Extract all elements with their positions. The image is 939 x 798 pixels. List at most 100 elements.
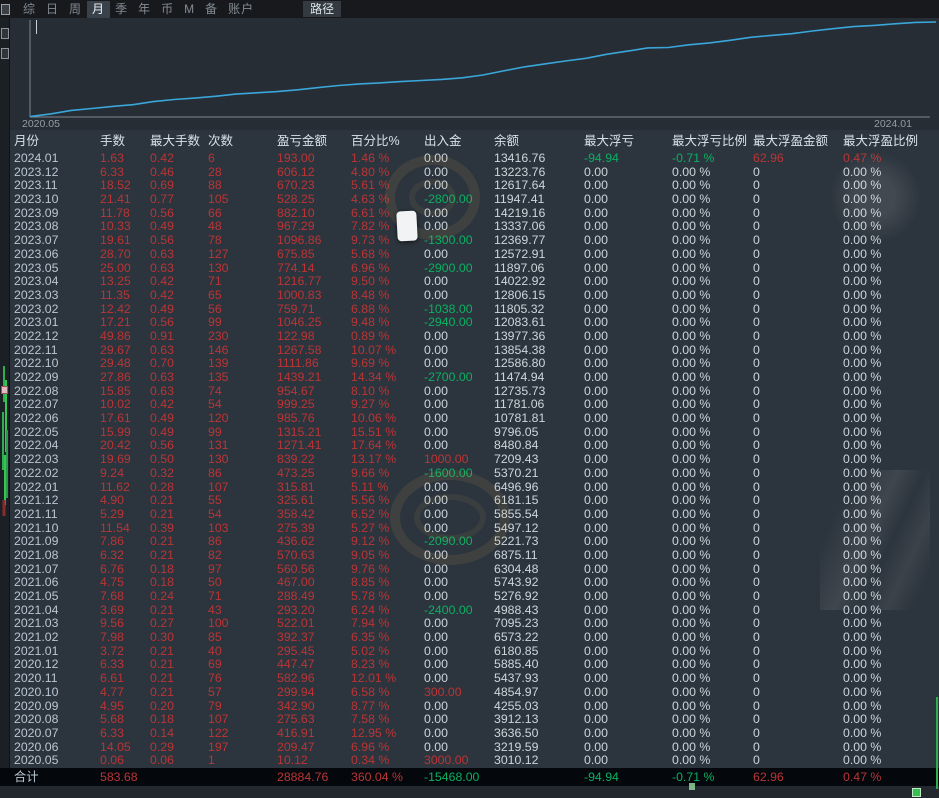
- cell-month: 2023.01: [14, 316, 59, 330]
- table-row[interactable]: 2021.09 7.86 0.21 86 436.62 9.12 % -2090.00 522…: [0, 535, 939, 549]
- table-row[interactable]: 2021.05 7.68 0.24 71 288.49 5.78 % 0.00 5276.92…: [0, 590, 939, 604]
- cell-profit-pct: 0.34 %: [351, 754, 390, 768]
- table-row[interactable]: 2021.03 9.56 0.27 100 522.01 7.94 % 0.00 7095.2…: [0, 617, 939, 631]
- cell-cash-flow: 0.00: [424, 740, 448, 754]
- cell-max-float-loss: 0.00: [584, 371, 608, 384]
- table-row[interactable]: 2024.01 1.63 0.42 6 193.00 1.46 % 0.00 13416.76…: [0, 152, 939, 166]
- menu-item-5[interactable]: 年: [133, 1, 156, 18]
- table-row[interactable]: 2022.08 15.85 0.63 74 954.67 8.10 % 0.00 12735.…: [0, 385, 939, 399]
- cell-max-float-loss-pct: 0.00 %: [672, 740, 711, 754]
- table-row[interactable]: 2023.03 11.35 0.42 65 1000.83 8.48 % 0.00 12806…: [0, 289, 939, 303]
- table-row[interactable]: 2023.06 28.70 0.63 127 675.85 5.68 % 0.00 12572…: [0, 248, 939, 262]
- cell-max-float-loss-pct: 0.00 %: [672, 713, 711, 727]
- table-row[interactable]: 2020.06 14.05 0.29 197 209.47 6.96 % 0.00 3219.…: [0, 741, 939, 755]
- menu-item-0[interactable]: 综: [18, 1, 41, 18]
- cell-max-float-loss: 0.00: [584, 288, 608, 302]
- table-row[interactable]: 2022.06 17.61 0.49 120 985.76 10.06 % 0.00 1078…: [0, 412, 939, 426]
- cell-lots: 11.62: [100, 480, 130, 494]
- cell-max-float-loss-pct: 0.00 %: [672, 179, 711, 193]
- table-row[interactable]: 2022.09 27.86 0.63 135 1439.21 14.34 % -2700.0…: [0, 371, 939, 385]
- table-row[interactable]: 2022.04 20.42 0.56 131 1271.41 17.64 % 0.00 848…: [0, 439, 939, 453]
- strip-button-icon[interactable]: [1, 48, 9, 59]
- table-row[interactable]: 2022.01 11.62 0.28 107 315.81 5.11 % 0.00 6496.…: [0, 481, 939, 495]
- menu-item-2[interactable]: 周: [64, 1, 87, 18]
- table-row[interactable]: 2023.05 25.00 0.63 130 774.14 6.96 % -2900.00 1…: [0, 262, 939, 276]
- cell-balance: 5437.93: [494, 672, 539, 686]
- cell-profit-pct: 12.95 %: [351, 726, 397, 740]
- cell-cash-flow: 0.00: [424, 152, 448, 165]
- cell-balance: 6875.11: [494, 548, 538, 562]
- table-row[interactable]: 2023.12 6.33 0.46 28 606.12 4.80 % 0.00 13223.7…: [0, 166, 939, 180]
- table-row[interactable]: 2020.05 0.06 0.06 1 10.12 0.34 % 3000.00 3010.1…: [0, 754, 939, 768]
- table-row[interactable]: 2021.07 6.76 0.18 97 560.56 9.76 % 0.00 6304.48…: [0, 563, 939, 577]
- table-row[interactable]: 2021.08 6.32 0.21 82 570.63 9.05 % 0.00 6875.11…: [0, 549, 939, 563]
- cell-lots: 21.41: [100, 193, 131, 207]
- cell-trade-count: 120: [208, 412, 229, 426]
- table-row[interactable]: 2021.04 3.69 0.21 43 293.20 6.24 % -2400.00 498…: [0, 604, 939, 618]
- table-row[interactable]: 2023.10 21.41 0.77 105 528.25 4.63 % -2800.00 1…: [0, 193, 939, 207]
- strip-button-icon[interactable]: [1, 28, 9, 39]
- cell-max-float-profit-pct: 0.00 %: [843, 590, 882, 603]
- window-corner-icon[interactable]: [1, 3, 10, 15]
- menu-item-7[interactable]: M: [179, 1, 200, 18]
- table-row[interactable]: 2023.09 11.78 0.56 66 882.10 6.61 % 0.00 14219.…: [0, 207, 939, 221]
- table-row[interactable]: 2021.11 5.29 0.21 54 358.42 6.52 % 0.00 5855.54…: [0, 508, 939, 522]
- cell-trade-count: 146: [208, 343, 229, 357]
- table-row[interactable]: 2021.12 4.90 0.21 55 325.61 5.56 % 0.00 6181.15…: [0, 494, 939, 508]
- table-row[interactable]: 2020.07 6.33 0.14 122 416.91 12.95 % 0.00 3636.…: [0, 727, 939, 741]
- menu-item-9[interactable]: 账户: [223, 1, 259, 18]
- table-row[interactable]: 2020.11 6.61 0.21 76 582.96 12.01 % 0.00 5437.9…: [0, 672, 939, 686]
- cell-cash-flow: 0.00: [424, 631, 448, 645]
- table-row[interactable]: 2022.02 9.24 0.32 86 473.25 9.66 % -1600.00 537…: [0, 467, 939, 481]
- cell-profit: 1111.86: [277, 357, 319, 371]
- table-row[interactable]: 2020.09 4.95 0.20 79 342.90 8.77 % 0.00 4255.03…: [0, 700, 939, 714]
- cell-max-float-profit-pct: 0.00 %: [843, 713, 882, 727]
- equity-curve-chart: [29, 20, 937, 118]
- cell-balance: 9796.05: [494, 425, 539, 439]
- table-row[interactable]: 2022.11 29.67 0.63 146 1267.58 10.07 % 0.00 138…: [0, 344, 939, 358]
- table-row[interactable]: 2023.08 10.33 0.49 48 967.29 7.82 % 0.00 13337.…: [0, 220, 939, 234]
- cell-month: 2021.04: [14, 603, 59, 617]
- menu-item-6[interactable]: 币: [156, 1, 179, 18]
- menu-item-8[interactable]: 备: [200, 1, 223, 18]
- table-row[interactable]: 2023.11 18.52 0.69 88 670.23 5.61 % 0.00 12617.…: [0, 179, 939, 193]
- tray-icon[interactable]: [912, 788, 921, 797]
- table-row[interactable]: 2021.02 7.98 0.30 85 392.37 6.35 % 0.00 6573.22…: [0, 631, 939, 645]
- cell-profit: 570.63: [277, 548, 315, 562]
- table-row[interactable]: 2021.01 3.72 0.21 40 295.45 5.02 % 0.00 6180.85…: [0, 645, 939, 659]
- total-month: 合计: [14, 770, 39, 784]
- cell-max-lots: 0.21: [150, 603, 174, 617]
- table-row[interactable]: 2020.08 5.68 0.18 107 275.63 7.58 % 0.00 3912.1…: [0, 713, 939, 727]
- table-row[interactable]: 2022.10 29.48 0.70 139 1111.86 9.69 % 0.00 1258…: [0, 357, 939, 371]
- table-row[interactable]: 2023.04 13.25 0.42 71 1216.77 9.50 % 0.00 14022…: [0, 275, 939, 289]
- table-row[interactable]: 2022.07 10.02 0.42 54 999.25 9.27 % 0.00 11781.…: [0, 398, 939, 412]
- cell-max-float-profit-pct: 0.00 %: [843, 644, 882, 658]
- table-row[interactable]: 2021.06 4.75 0.18 50 467.00 8.85 % 0.00 5743.92…: [0, 576, 939, 590]
- cell-max-lots: 0.18: [150, 713, 174, 727]
- table-row[interactable]: 2020.12 6.33 0.21 69 447.47 8.23 % 0.00 5885.40…: [0, 658, 939, 672]
- table-row[interactable]: 2020.10 4.77 0.21 57 299.94 6.58 % 300.00 4854.…: [0, 686, 939, 700]
- table-row[interactable]: 2023.02 12.42 0.49 56 759.71 6.88 % -1038.00 11…: [0, 303, 939, 317]
- total-max-float-profit: 62.96: [753, 770, 784, 784]
- cell-profit: 582.96: [277, 672, 315, 686]
- cell-balance: 11897.06: [494, 261, 545, 275]
- cell-profit: 10.12: [277, 754, 308, 768]
- cell-profit-pct: 5.61 %: [351, 179, 390, 193]
- table-row[interactable]: 2022.12 49.86 0.91 230 122.98 0.89 % 0.00 13977…: [0, 330, 939, 344]
- cell-max-float-loss-pct: 0.00 %: [672, 631, 711, 645]
- cell-trade-count: 122: [208, 726, 229, 740]
- bottom-scrollbar[interactable]: [0, 786, 939, 798]
- menu-item-1[interactable]: 日: [41, 1, 64, 18]
- table-row[interactable]: 2022.03 19.69 0.50 130 839.22 13.17 % 1000.00 7…: [0, 453, 939, 467]
- cell-profit: 522.01: [277, 617, 315, 631]
- path-button[interactable]: 路径: [303, 1, 342, 17]
- table-row[interactable]: 2023.07 19.61 0.56 78 1096.86 9.73 % -1300.00 1…: [0, 234, 939, 248]
- table-row[interactable]: 2022.05 15.99 0.49 99 1315.21 15.51 % 0.00 9796…: [0, 426, 939, 440]
- table-row[interactable]: 2023.01 17.21 0.56 99 1046.25 9.48 % -2940.00 1…: [0, 316, 939, 330]
- cell-month: 2023.09: [14, 206, 59, 220]
- menu-item-3[interactable]: 月: [87, 0, 111, 18]
- cell-balance: 4988.43: [494, 603, 539, 617]
- cell-max-float-loss: 0.00: [584, 494, 608, 508]
- menu-item-4[interactable]: 季: [110, 1, 133, 18]
- table-row[interactable]: 2021.10 11.54 0.39 103 275.39 5.27 % 0.00 5497.…: [0, 522, 939, 536]
